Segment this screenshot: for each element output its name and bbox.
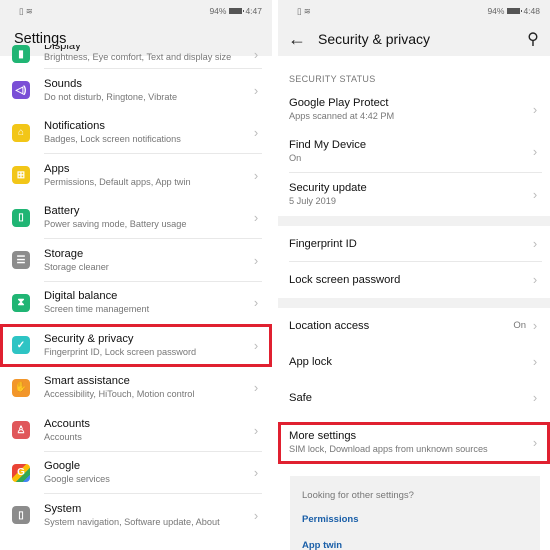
hand-icon: ✋ [12,378,30,397]
status-bar: ▯ ≋ 94% 4:48 [278,0,550,22]
chevron-right-icon: › [532,186,538,202]
item-security-update[interactable]: Security update 5 July 2019 › [278,173,550,216]
item-location-access[interactable]: Location access On › [278,308,550,344]
settings-item-battery[interactable]: ▯ Battery Power saving mode, Battery usag… [0,197,272,239]
settings-item-display[interactable]: ▮ Display Brightness, Eye comfort, Text a… [0,39,272,69]
battery-status-icon [507,8,523,14]
chevron-right-icon: › [532,354,538,369]
group-divider [278,297,550,308]
suggestions-card: Looking for other settings? Permissions … [290,476,540,550]
battery-status-icon [229,8,245,14]
chevron-right-icon: › [253,125,259,141]
chevron-right-icon: › [532,435,538,451]
section-label: SECURITY STATUS [289,74,376,84]
chevron-right-icon: › [253,252,259,268]
chevron-right-icon: › [253,507,259,523]
google-icon: G [12,463,30,482]
group-divider [278,215,550,226]
sim-icon: ▯ [19,5,24,16]
suggestions-question: Looking for other settings? [302,490,414,501]
page-title: Security & privacy [318,31,431,47]
clock: 4:47 [245,6,262,16]
settings-item-apps[interactable]: ⊞ Apps Permissions, Default apps, App twi… [0,154,272,197]
settings-list: ▮ Display Brightness, Eye comfort, Text a… [0,45,272,537]
item-safe[interactable]: Safe › [278,380,550,416]
chevron-right-icon: › [253,465,259,481]
chevron-right-icon: › [253,82,259,98]
chevron-right-icon: › [253,167,259,183]
item-app-lock[interactable]: App lock › [278,344,550,380]
chevron-right-icon: › [253,210,259,226]
item-google-play-protect[interactable]: Google Play Protect Apps scanned at 4:42 … [278,88,550,131]
chevron-right-icon: › [532,272,538,287]
chevron-right-icon: › [532,144,538,160]
location-access-value: On [513,320,526,331]
chevron-right-icon: › [532,318,538,333]
settings-item-storage[interactable]: ☰ Storage Storage cleaner › [0,239,272,282]
hourglass-icon: ⧗ [12,293,30,312]
chevron-right-icon: › [532,390,538,405]
settings-item-notifications[interactable]: ⌂ Notifications Badges, Lock screen notif… [0,112,272,154]
sim-icon: ▯ [297,5,302,16]
chevron-right-icon: › [532,236,538,251]
app-bar: ← Security & privacy ⚲ [278,22,550,56]
item-fingerprint-id[interactable]: Fingerprint ID › [278,226,550,262]
storage-icon: ☰ [12,251,30,270]
status-bar: ▯ ≋ 94% 4:47 [0,0,272,22]
shield-icon: ✓ [12,336,30,355]
item-lock-screen-password[interactable]: Lock screen password › [278,262,550,298]
chevron-right-icon: › [253,295,259,311]
item-find-my-device[interactable]: Find My Device On › [278,131,550,173]
settings-item-digital-balance[interactable]: ⧗ Digital balance Screen time management … [0,282,272,325]
security-list: SECURITY STATUS Google Play Protect Apps … [278,56,550,550]
chevron-right-icon: › [253,46,259,62]
search-icon[interactable]: ⚲ [516,29,550,49]
settings-item-security-privacy[interactable]: ✓ Security & privacy Fingerprint ID, Lock… [0,324,272,367]
clock: 4:48 [523,6,540,16]
settings-item-system[interactable]: ▯ System System navigation, Software upda… [0,494,272,537]
chevron-right-icon: › [253,337,259,353]
item-more-settings[interactable]: More settings SIM lock, Download apps fro… [278,421,550,464]
settings-item-smart-assistance[interactable]: ✋ Smart assistance Accessibility, HiTouch… [0,367,272,410]
phone-icon: ▯ [12,506,30,525]
person-icon: ♙ [12,421,30,440]
battery-icon: ▯ [12,208,30,227]
bell-icon: ⌂ [12,123,30,142]
battery-percent: 94% [209,6,227,16]
settings-item-google[interactable]: G Google Google services › [0,452,272,494]
wifi-icon: ≋ [25,5,33,16]
back-arrow-icon[interactable]: ← [288,29,318,50]
link-permissions[interactable]: Permissions [302,514,528,525]
chevron-right-icon: › [253,380,259,396]
link-app-twin[interactable]: App twin [302,540,528,550]
settings-screen: ▯ ≋ 94% 4:47 Settings ▮ Display Brightnes… [0,0,272,550]
display-icon: ▮ [12,45,30,63]
apps-grid-icon: ⊞ [12,166,30,185]
wifi-icon: ≋ [303,5,311,16]
battery-percent: 94% [487,6,505,16]
chevron-right-icon: › [532,101,538,117]
security-privacy-screen: ▯ ≋ 94% 4:48 ← Security & privacy ⚲ SECU… [278,0,550,550]
settings-item-sounds[interactable]: ◁) Sounds Do not disturb, Ringtone, Vibra… [0,69,272,112]
chevron-right-icon: › [253,422,259,438]
speaker-icon: ◁) [12,81,30,100]
settings-item-accounts[interactable]: ♙ Accounts Accounts › [0,409,272,452]
